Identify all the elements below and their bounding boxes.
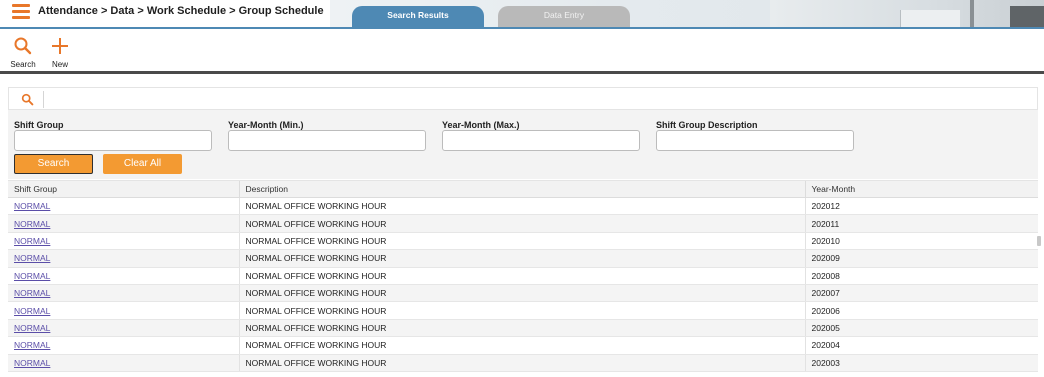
tab-data-entry[interactable]: Data Entry [498,6,630,28]
scrollbar-thumb[interactable] [1037,236,1041,246]
shift-group-cell: NORMAL [8,214,239,233]
table-row: NORMAL NORMAL OFFICE WORKING HOUR 202011 [8,214,1038,233]
shift-group-cell: NORMAL [8,197,239,216]
column-header-shift-group[interactable]: Shift Group [8,180,239,198]
year-month-min-input[interactable] [228,130,426,151]
shift-group-link[interactable]: NORMAL [14,219,50,229]
top-header: Attendance > Data > Work Schedule > Grou… [0,0,1044,28]
search-icon [14,37,32,55]
shift-group-description-label: Shift Group Description [656,120,758,130]
breadcrumb: Attendance > Data > Work Schedule > Grou… [38,5,324,17]
plus-icon [52,38,68,54]
year-month-cell: 202007 [804,284,1038,303]
table-row: NORMAL NORMAL OFFICE WORKING HOUR 202008 [8,267,1038,285]
table-row: NORMAL NORMAL OFFICE WORKING HOUR 202003 [8,354,1038,372]
year-month-max-input[interactable] [442,130,640,151]
table-row: NORMAL NORMAL OFFICE WORKING HOUR 202005 [8,319,1038,338]
shift-group-label: Shift Group [14,120,64,130]
table-row: NORMAL NORMAL OFFICE WORKING HOUR 202004 [8,336,1038,355]
year-month-cell: 202011 [804,214,1038,233]
toolbar: Search New [0,30,1044,72]
year-month-cell: 202005 [804,319,1038,338]
description-cell: NORMAL OFFICE WORKING HOUR [238,249,805,268]
search-tool-label: Search [10,60,36,69]
year-month-min-label: Year-Month (Min.) [228,120,304,130]
shift-group-cell: NORMAL [8,301,239,320]
year-month-cell: 202003 [804,354,1038,372]
table-row: NORMAL NORMAL OFFICE WORKING HOUR 202007 [8,284,1038,303]
shift-group-link[interactable]: NORMAL [14,358,50,368]
shift-group-cell: NORMAL [8,267,239,285]
search-toggle-icon[interactable] [21,93,34,106]
year-month-max-label: Year-Month (Max.) [442,120,520,130]
shift-group-cell: NORMAL [8,319,239,338]
table-row: NORMAL NORMAL OFFICE WORKING HOUR 202006 [8,301,1038,320]
tab-search-results[interactable]: Search Results [352,6,484,28]
shift-group-link[interactable]: NORMAL [14,323,50,333]
toolbar-divider [0,71,1044,74]
shift-group-cell: NORMAL [8,284,239,303]
search-button[interactable]: Search [14,154,93,174]
header-separator [43,91,44,108]
shift-group-cell: NORMAL [8,249,239,268]
description-cell: NORMAL OFFICE WORKING HOUR [238,336,805,355]
description-cell: NORMAL OFFICE WORKING HOUR [238,197,805,216]
results-table: Shift Group Description Year-Month NORMA… [8,180,1038,372]
tab-underline [0,27,1044,29]
table-row: NORMAL NORMAL OFFICE WORKING HOUR 202012 [8,197,1038,216]
year-month-cell: 202006 [804,301,1038,320]
description-cell: NORMAL OFFICE WORKING HOUR [238,301,805,320]
description-cell: NORMAL OFFICE WORKING HOUR [238,319,805,338]
year-month-cell: 202009 [804,249,1038,268]
shift-group-description-input[interactable] [656,130,854,151]
new-button[interactable]: New [45,36,75,69]
year-month-cell: 202004 [804,336,1038,355]
column-header-description[interactable]: Description [238,180,805,198]
year-month-cell: 202010 [804,232,1038,251]
shift-group-link[interactable]: NORMAL [14,271,50,281]
year-month-cell: 202012 [804,197,1038,216]
search-tool-button[interactable]: Search [8,36,38,69]
shift-group-link[interactable]: NORMAL [14,201,50,211]
header-banner-image [770,0,1044,28]
description-cell: NORMAL OFFICE WORKING HOUR [238,354,805,372]
new-tool-label: New [51,60,68,69]
description-cell: NORMAL OFFICE WORKING HOUR [238,267,805,285]
year-month-cell: 202008 [804,267,1038,285]
table-header-row: Shift Group Description Year-Month [8,180,1038,198]
search-filter-panel: Shift Group Year-Month (Min.) Year-Month… [8,87,1038,179]
shift-group-input[interactable] [14,130,212,151]
shift-group-link[interactable]: NORMAL [14,306,50,316]
table-row: NORMAL NORMAL OFFICE WORKING HOUR 202009 [8,249,1038,268]
filter-panel-header [8,87,1038,110]
column-header-year-month[interactable]: Year-Month [804,180,1038,198]
shift-group-cell: NORMAL [8,336,239,355]
description-cell: NORMAL OFFICE WORKING HOUR [238,214,805,233]
shift-group-link[interactable]: NORMAL [14,288,50,298]
table-row: NORMAL NORMAL OFFICE WORKING HOUR 202010 [8,232,1038,251]
shift-group-link[interactable]: NORMAL [14,340,50,350]
shift-group-link[interactable]: NORMAL [14,236,50,246]
shift-group-cell: NORMAL [8,354,239,372]
shift-group-cell: NORMAL [8,232,239,251]
description-cell: NORMAL OFFICE WORKING HOUR [238,232,805,251]
clear-all-button[interactable]: Clear All [103,154,182,174]
hamburger-menu-icon[interactable] [12,4,30,20]
description-cell: NORMAL OFFICE WORKING HOUR [238,284,805,303]
shift-group-link[interactable]: NORMAL [14,253,50,263]
